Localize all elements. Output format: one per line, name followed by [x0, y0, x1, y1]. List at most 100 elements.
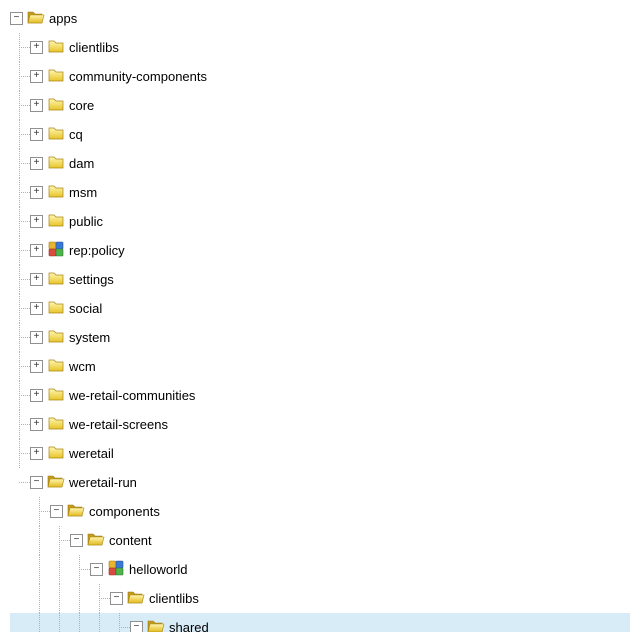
tree-node[interactable]: − helloworld: [10, 555, 630, 584]
expand-toggle[interactable]: +: [30, 215, 43, 228]
tree-node[interactable]: + we-retail-communities: [10, 381, 630, 410]
indent: [10, 178, 30, 207]
tree-node[interactable]: +community-components: [10, 62, 630, 91]
expand-toggle[interactable]: +: [30, 244, 43, 257]
indent: [30, 613, 50, 632]
indent: [10, 584, 30, 613]
indent: [10, 149, 30, 178]
collapse-toggle[interactable]: −: [130, 621, 143, 632]
indent: [10, 555, 30, 584]
expand-toggle[interactable]: +: [30, 70, 43, 83]
indent: [30, 555, 50, 584]
folder-open-icon: [127, 588, 149, 609]
tree-node-label: we-retail-communities: [69, 388, 195, 403]
tree-node-label: components: [89, 504, 160, 519]
indent: [50, 555, 70, 584]
tree-node[interactable]: + system: [10, 323, 630, 352]
tree-node[interactable]: − content: [10, 526, 630, 555]
folder-icon: [47, 124, 69, 145]
expand-toggle[interactable]: +: [30, 273, 43, 286]
tree-node-label: we-retail-screens: [69, 417, 168, 432]
tree-node-label: dam: [69, 156, 94, 171]
folder-icon: [47, 211, 69, 232]
indent: [10, 33, 30, 62]
tree-node[interactable]: + core: [10, 91, 630, 120]
tree-node-label: rep:policy: [69, 243, 125, 258]
folder-icon: [47, 153, 69, 174]
indent: [10, 381, 30, 410]
tree-node[interactable]: +social: [10, 294, 630, 323]
indent: [70, 613, 90, 632]
tree-node[interactable]: + weretail: [10, 439, 630, 468]
collapse-toggle[interactable]: −: [110, 592, 123, 605]
tree-node[interactable]: + rep:policy: [10, 236, 630, 265]
indent: [30, 526, 50, 555]
tree-node[interactable]: +settings: [10, 265, 630, 294]
tree-node[interactable]: + msm: [10, 178, 630, 207]
indent: [110, 613, 130, 632]
expand-toggle[interactable]: +: [30, 418, 43, 431]
tree-node-label: system: [69, 330, 110, 345]
tree-node-label: weretail: [69, 446, 114, 461]
tree-node[interactable]: + public: [10, 207, 630, 236]
collapse-toggle[interactable]: −: [70, 534, 83, 547]
indent: [10, 497, 30, 526]
indent: [10, 294, 30, 323]
tree-node[interactable]: + dam: [10, 149, 630, 178]
expand-toggle[interactable]: +: [30, 302, 43, 315]
tree-node-label: apps: [49, 11, 77, 26]
expand-toggle[interactable]: +: [30, 360, 43, 373]
tree-node-label: helloworld: [129, 562, 188, 577]
folder-open-icon: [47, 472, 69, 493]
tree-node[interactable]: − shared: [10, 613, 630, 632]
expand-toggle[interactable]: +: [30, 128, 43, 141]
tree-node[interactable]: − weretail-run: [10, 468, 630, 497]
expand-toggle[interactable]: +: [30, 41, 43, 54]
tree-node[interactable]: − apps: [10, 4, 630, 33]
indent: [30, 584, 50, 613]
tree-node-label: public: [69, 214, 103, 229]
tree-node[interactable]: + clientlibs: [10, 33, 630, 62]
indent: [10, 468, 30, 497]
folder-icon: [47, 385, 69, 406]
indent: [10, 236, 30, 265]
tree-node[interactable]: + we-retail-screens: [10, 410, 630, 439]
folder-open-icon: [87, 530, 109, 551]
indent: [10, 352, 30, 381]
folder-tree: −apps+clientlibs+community-components+co…: [0, 0, 630, 632]
tree-node[interactable]: − components: [10, 497, 630, 526]
folder-icon: [47, 95, 69, 116]
folder-icon: [47, 414, 69, 435]
folder-open-icon: [67, 501, 89, 522]
expand-toggle[interactable]: +: [30, 186, 43, 199]
tree-node[interactable]: +wcm: [10, 352, 630, 381]
tree-node-label: weretail-run: [69, 475, 137, 490]
package-icon: [47, 240, 69, 261]
expand-toggle[interactable]: +: [30, 99, 43, 112]
indent: [10, 613, 30, 632]
tree-node-label: shared: [169, 620, 209, 632]
indent: [50, 526, 70, 555]
collapse-toggle[interactable]: −: [90, 563, 103, 576]
tree-node[interactable]: −clientlibs: [10, 584, 630, 613]
expand-toggle[interactable]: +: [30, 331, 43, 344]
tree-node[interactable]: + cq: [10, 120, 630, 149]
tree-node-label: msm: [69, 185, 97, 200]
folder-icon: [47, 182, 69, 203]
tree-node-label: cq: [69, 127, 83, 142]
tree-node-label: clientlibs: [69, 40, 119, 55]
expand-toggle[interactable]: +: [30, 447, 43, 460]
collapse-toggle[interactable]: −: [10, 12, 23, 25]
indent: [90, 613, 110, 632]
folder-open-icon: [27, 8, 49, 29]
expand-toggle[interactable]: +: [30, 157, 43, 170]
indent: [70, 555, 90, 584]
expand-toggle[interactable]: +: [30, 389, 43, 402]
indent: [10, 62, 30, 91]
tree-node-label: core: [69, 98, 94, 113]
collapse-toggle[interactable]: −: [30, 476, 43, 489]
indent: [10, 120, 30, 149]
tree-node-label: content: [109, 533, 152, 548]
folder-icon: [47, 66, 69, 87]
collapse-toggle[interactable]: −: [50, 505, 63, 518]
